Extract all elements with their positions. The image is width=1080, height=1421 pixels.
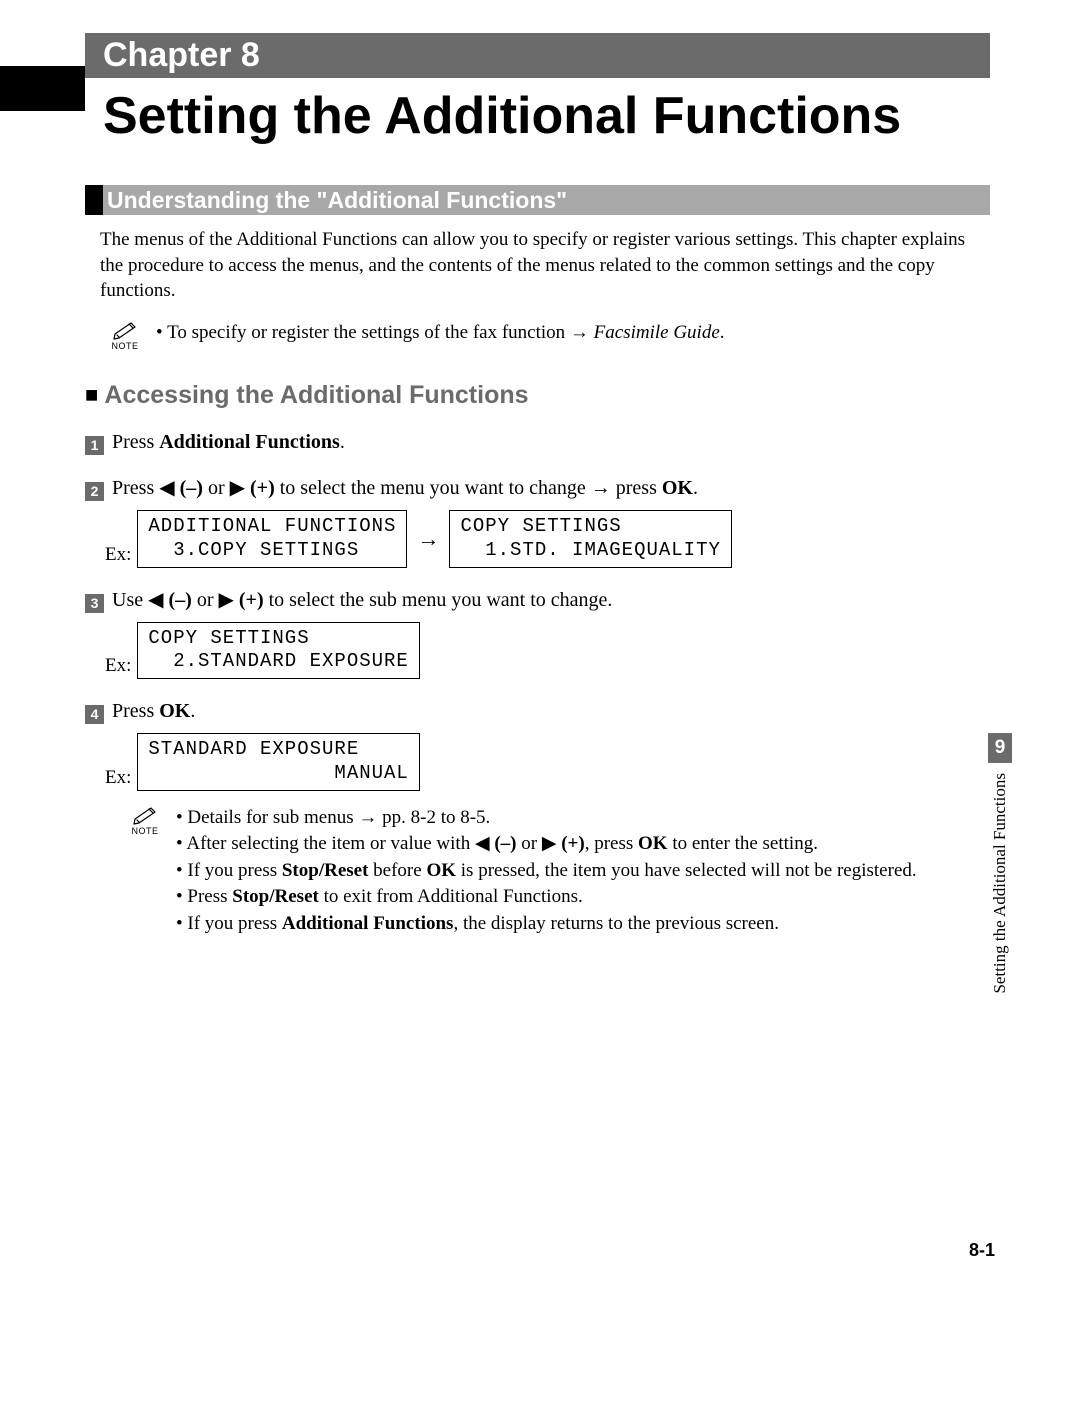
side-tab-number: 9: [988, 733, 1012, 763]
step-number: 2: [85, 482, 104, 501]
example-label: Ex:: [105, 544, 131, 566]
step-1: 1 Press Additional Functions.: [85, 428, 990, 456]
step-number: 4: [85, 705, 104, 724]
step-text: Use ◀ (–) or ▶ (+) to select the sub men…: [112, 586, 612, 614]
side-tab: 9 Setting the Additional Functions: [960, 733, 1040, 994]
chapter-label-bar: Chapter 8: [85, 33, 990, 78]
step-text: Press ◀ (–) or ▶ (+) to select the menu …: [112, 474, 698, 502]
note-item: To specify or register the settings of t…: [156, 320, 725, 347]
note-icon: NOTE: [100, 320, 150, 351]
note-item: If you press Stop/Reset before OK is pre…: [176, 858, 917, 885]
section-marker: [85, 185, 103, 215]
note-block: NOTE To specify or register the settings…: [100, 320, 990, 351]
note-text-prefix: To specify or register the settings of t…: [167, 322, 594, 343]
left-arrow-icon: ◀: [159, 477, 174, 499]
left-arrow-icon: ◀: [148, 589, 163, 611]
step-3-example: Ex: COPY SETTINGS 2.STANDARD EXPOSURE: [105, 622, 990, 680]
step-4-note-block: NOTE Details for sub menus → pp. 8-2 to …: [120, 805, 990, 938]
chapter-label: Chapter 8: [103, 36, 260, 75]
note-item: Press Stop/Reset to exit from Additional…: [176, 884, 917, 911]
note-text-suffix: .: [720, 322, 725, 343]
section-title: Understanding the "Additional Functions": [107, 187, 567, 214]
header-black-block: [0, 66, 85, 111]
right-arrow-icon: ▶: [230, 477, 245, 499]
note-icon: NOTE: [120, 805, 170, 836]
example-label: Ex:: [105, 655, 131, 677]
side-tab-text: Setting the Additional Functions: [990, 773, 1010, 994]
step-number: 3: [85, 594, 104, 613]
section-heading: Understanding the "Additional Functions": [85, 185, 990, 215]
note-list: Details for sub menus → pp. 8-2 to 8-5. …: [176, 805, 917, 938]
chapter-header: Chapter 8 Setting the Additional Functio…: [0, 33, 1080, 145]
example-label: Ex:: [105, 767, 131, 789]
section-bar: Understanding the "Additional Functions": [103, 185, 990, 215]
step-4-example: Ex: STANDARD EXPOSURE MANUAL: [105, 733, 990, 791]
section-intro: The menus of the Additional Functions ca…: [100, 227, 990, 304]
note-label: NOTE: [100, 342, 150, 351]
lcd-display-2: COPY SETTINGS 1.STD. IMAGEQUALITY: [449, 510, 731, 568]
step-2-example: Ex: ADDITIONAL FUNCTIONS 3.COPY SETTINGS…: [105, 510, 990, 568]
step-3: 3 Use ◀ (–) or ▶ (+) to select the sub m…: [85, 586, 990, 614]
note-label: NOTE: [120, 827, 170, 836]
note-ref: Facsimile Guide: [594, 322, 720, 343]
right-arrow-icon: ▶: [542, 833, 557, 854]
lcd-display: STANDARD EXPOSURE MANUAL: [137, 733, 419, 791]
note-item: After selecting the item or value with ◀…: [176, 831, 917, 858]
step-text: Press Additional Functions.: [112, 428, 345, 456]
right-arrow-icon: ▶: [219, 589, 234, 611]
chapter-title: Setting the Additional Functions: [103, 88, 990, 145]
note-item: Details for sub menus → pp. 8-2 to 8-5.: [176, 805, 917, 832]
note-list: To specify or register the settings of t…: [156, 320, 725, 347]
lcd-display-1: ADDITIONAL FUNCTIONS 3.COPY SETTINGS: [137, 510, 407, 568]
page-number: 8-1: [969, 1240, 995, 1261]
left-arrow-icon: ◀: [475, 833, 490, 854]
subsection-title: Accessing the Additional Functions: [85, 381, 529, 409]
step-text: Press OK.: [112, 697, 195, 725]
subsection-heading: Accessing the Additional Functions: [85, 381, 990, 410]
step-4: 4 Press OK.: [85, 697, 990, 725]
step-number: 1: [85, 436, 104, 455]
note-item: If you press Additional Functions, the d…: [176, 911, 917, 938]
step-2: 2 Press ◀ (–) or ▶ (+) to select the men…: [85, 474, 990, 502]
lcd-display: COPY SETTINGS 2.STANDARD EXPOSURE: [137, 622, 419, 680]
arrow-icon: →: [417, 526, 439, 552]
